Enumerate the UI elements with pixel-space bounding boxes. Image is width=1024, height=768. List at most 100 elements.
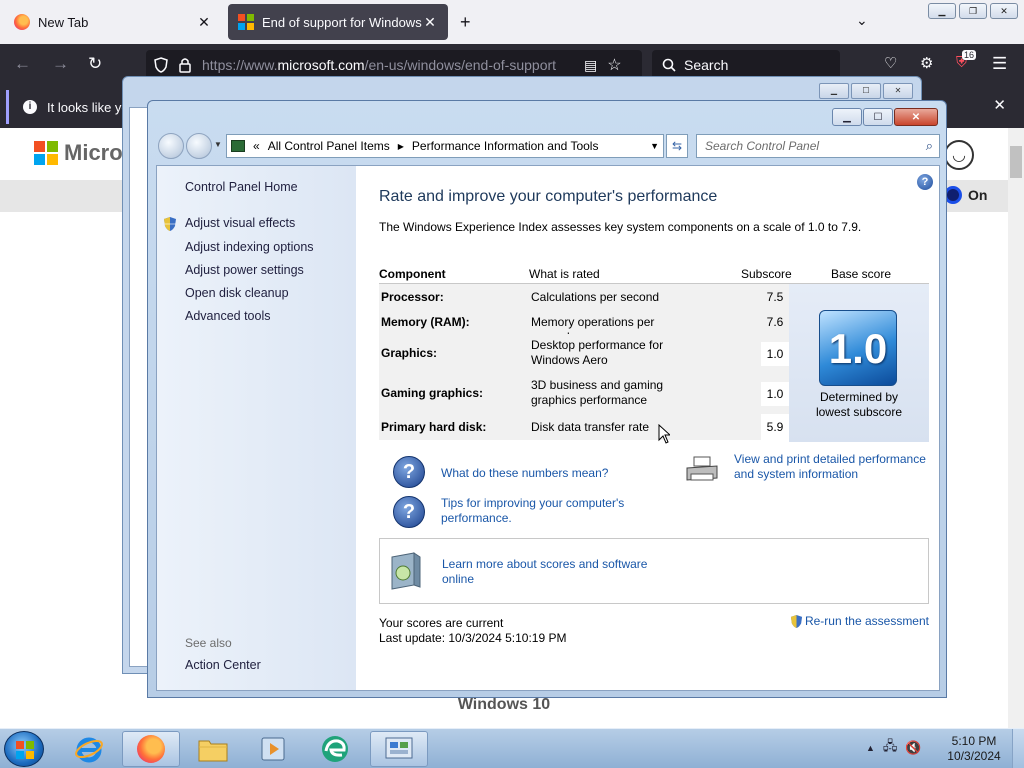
- rated-line: graphics performance: [531, 393, 648, 407]
- advanced-tools-link[interactable]: Advanced tools: [185, 309, 270, 323]
- component-name: Processor:: [381, 290, 444, 304]
- reader-view-icon[interactable]: ▤: [584, 57, 597, 74]
- show-hidden-icons-button[interactable]: ▲: [866, 743, 875, 753]
- breadcrumb-all-items[interactable]: All Control Panel Items: [268, 139, 390, 153]
- breadcrumb-prefix[interactable]: «: [253, 139, 260, 153]
- page-title: Rate and improve your computer's perform…: [379, 188, 718, 205]
- scrollbar-thumb[interactable]: [1010, 146, 1022, 178]
- url-path: /en-us/windows/end-of-support: [364, 57, 557, 73]
- folder-icon: [198, 740, 228, 762]
- taskbar-internet-explorer[interactable]: [60, 731, 118, 767]
- toggle-label: On: [968, 187, 988, 203]
- subscore-value: 7.5: [761, 284, 789, 310]
- rerun-assessment-label: Re-run the assessment: [804, 614, 929, 628]
- rated-description: 3D business and gaming graphics performan…: [531, 378, 691, 408]
- network-icon[interactable]: 🖧: [883, 737, 898, 759]
- volume-muted-icon[interactable]: 🔇: [905, 740, 921, 756]
- shield-icon[interactable]: [154, 57, 168, 73]
- back-button[interactable]: [158, 133, 184, 159]
- close-window-button[interactable]: ✕: [990, 3, 1018, 19]
- breadcrumb-performance[interactable]: Performance Information and Tools: [412, 139, 599, 153]
- control-panel-home-link[interactable]: Control Panel Home: [185, 180, 298, 194]
- adjust-power-settings-link[interactable]: Adjust power settings: [185, 263, 304, 277]
- account-icon[interactable]: ◡: [944, 140, 974, 170]
- menu-icon[interactable]: ☰: [992, 54, 1007, 74]
- url-text: https://www.microsoft.com/en-us/windows/…: [202, 57, 574, 73]
- tips-improving-link[interactable]: Tips for improving your computer's perfor…: [441, 496, 624, 526]
- rerun-assessment-link[interactable]: Re-run the assessment: [790, 614, 929, 629]
- link-line: and system information: [734, 467, 859, 481]
- close-tab-icon[interactable]: ✕: [422, 14, 438, 31]
- view-print-details-link[interactable]: View and print detailed performance and s…: [734, 452, 926, 482]
- back-button[interactable]: ←: [14, 54, 31, 74]
- taskbar-control-panel[interactable]: [370, 731, 428, 767]
- close-notification-icon[interactable]: ✕: [993, 96, 1006, 114]
- address-bar[interactable]: « All Control Panel Items ▶ Performance …: [226, 134, 664, 158]
- header-subscore: Subscore: [741, 267, 792, 281]
- restore-button[interactable]: ❐: [959, 3, 987, 19]
- list-all-tabs-button[interactable]: ⌄: [856, 12, 868, 29]
- subscore-value: 5.9: [761, 414, 789, 440]
- question-icon: ?: [393, 496, 425, 528]
- pocket-icon[interactable]: ♡: [884, 54, 897, 72]
- action-center-link[interactable]: Action Center: [185, 658, 261, 672]
- taskbar-firefox[interactable]: [122, 731, 180, 767]
- extensions-icon[interactable]: ⚙: [920, 54, 933, 72]
- show-desktop-button[interactable]: [1012, 729, 1024, 768]
- search-input[interactable]: Search Control Panel ⌕: [696, 134, 940, 158]
- new-tab-button[interactable]: +: [460, 12, 471, 33]
- clock-date: 10/3/2024: [947, 749, 1001, 763]
- adjust-visual-effects-link[interactable]: Adjust visual effects: [185, 216, 295, 230]
- section-heading: Windows 10: [457, 696, 551, 713]
- tab-new-tab[interactable]: New Tab ✕: [4, 4, 222, 40]
- close-window-button[interactable]: ✕: [883, 83, 913, 99]
- taskbar-media-player[interactable]: [244, 731, 302, 767]
- start-button[interactable]: [4, 731, 44, 767]
- page-scrollbar[interactable]: [1008, 128, 1024, 728]
- internet-explorer-icon: [75, 737, 103, 763]
- address-dropdown-icon[interactable]: ▼: [650, 141, 659, 151]
- taskbar-clock[interactable]: 5:10 PM 10/3/2024: [940, 734, 1008, 764]
- breadcrumb-separator-icon[interactable]: ▶: [398, 142, 404, 151]
- minimize-button[interactable]: ▁: [928, 3, 956, 19]
- maximize-button[interactable]: ☐: [863, 108, 893, 126]
- help-icon[interactable]: ?: [917, 174, 933, 190]
- control-panel-icon: [385, 737, 413, 759]
- forward-button[interactable]: →: [52, 54, 69, 74]
- lock-icon[interactable]: [178, 57, 192, 73]
- search-icon[interactable]: ⌕: [926, 138, 933, 154]
- recent-pages-dropdown[interactable]: ▼: [214, 140, 222, 149]
- minimize-button[interactable]: ▁: [819, 83, 849, 99]
- learn-more-link[interactable]: Learn more about scores and software onli…: [442, 557, 647, 587]
- caption-line: Determined by: [819, 390, 899, 404]
- extension-badge: 16: [962, 50, 977, 60]
- rated-line: 3D business and gaming: [531, 378, 664, 392]
- tab-end-of-support[interactable]: End of support for Windows 10 ✕: [228, 4, 448, 40]
- rated-line: Windows Aero: [531, 353, 608, 367]
- microsoft-icon: [238, 14, 254, 30]
- table-header: Component What is rated Subscore Base sc…: [379, 262, 929, 284]
- refresh-button[interactable]: ⇆: [666, 134, 688, 158]
- minimize-button[interactable]: ▁: [832, 108, 862, 126]
- rated-line: Desktop performance for: [531, 338, 664, 352]
- windows-logo-icon: [16, 741, 34, 759]
- microsoft-icon: [34, 141, 58, 165]
- toggle-switch[interactable]: On: [944, 186, 987, 204]
- numbers-meaning-link[interactable]: What do these numbers mean?: [441, 466, 608, 481]
- reload-button[interactable]: ↻: [88, 54, 102, 74]
- maximize-button[interactable]: ☐: [851, 83, 881, 99]
- link-line: Tips for improving your computer's: [441, 496, 625, 510]
- window-controls: ▁ ❐ ✕: [928, 3, 1018, 19]
- window-controls: ▁ ☐ ✕: [832, 108, 938, 126]
- search-icon: [662, 58, 676, 72]
- close-window-button[interactable]: ✕: [894, 108, 938, 126]
- open-disk-cleanup-link[interactable]: Open disk cleanup: [185, 286, 289, 300]
- forward-button[interactable]: [186, 133, 212, 159]
- bookmark-star-icon[interactable]: ☆: [607, 55, 621, 75]
- adjust-indexing-options-link[interactable]: Adjust indexing options: [185, 240, 314, 254]
- taskbar-file-explorer[interactable]: [184, 731, 242, 767]
- taskbar-edge[interactable]: [306, 731, 364, 767]
- firefox-icon: [14, 14, 30, 30]
- close-tab-icon[interactable]: ✕: [196, 14, 212, 31]
- subscore-value: 7.6: [761, 310, 789, 334]
